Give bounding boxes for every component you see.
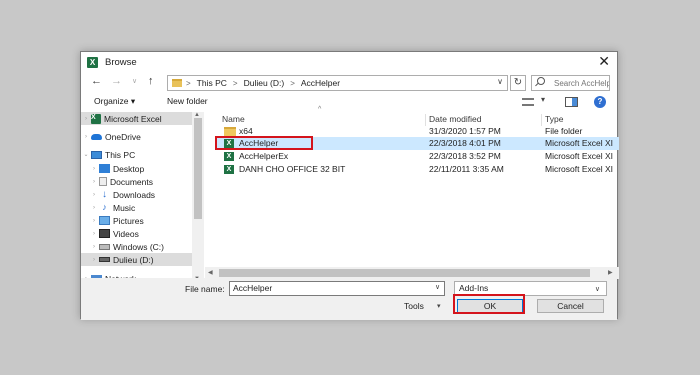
sidebar-item-desktop[interactable]: › Desktop bbox=[81, 162, 193, 175]
close-icon[interactable]: ✕ bbox=[598, 54, 610, 68]
folder-icon bbox=[224, 127, 236, 136]
chevron-right-icon[interactable]: › bbox=[89, 218, 99, 224]
drive-icon bbox=[99, 243, 110, 250]
chevron-down-icon[interactable]: ∨ bbox=[497, 77, 503, 86]
computer-icon bbox=[91, 150, 102, 159]
chevron-down-icon[interactable]: ∨ bbox=[435, 283, 440, 291]
navigation-bar: ← → ∨ ↑ > This PC > Dulieu (D:) > AccHel… bbox=[81, 72, 617, 94]
cancel-button[interactable]: Cancel bbox=[537, 299, 604, 313]
sidebar-item-dulieu-d[interactable]: › Dulieu (D:) bbox=[81, 253, 193, 266]
sidebar-item-onedrive[interactable]: › OneDrive bbox=[81, 130, 193, 143]
refresh-icon[interactable]: ↻ bbox=[510, 75, 526, 91]
navigation-pane: › X Microsoft Excel › OneDrive ⌄ This PC… bbox=[81, 112, 205, 282]
music-icon: ♪ bbox=[102, 202, 107, 212]
sidebar-item-microsoft-excel[interactable]: › X Microsoft Excel bbox=[81, 112, 193, 125]
desktop-icon bbox=[99, 164, 110, 173]
sidebar-item-music[interactable]: › ♪ Music bbox=[81, 201, 193, 214]
pictures-icon bbox=[99, 216, 110, 225]
search-icon bbox=[537, 77, 545, 85]
organize-button[interactable]: Organize ▾ bbox=[94, 96, 135, 107]
recent-dropdown-icon[interactable]: ∨ bbox=[132, 77, 137, 85]
chevron-right-icon[interactable]: › bbox=[89, 244, 99, 250]
highlight-box-ok bbox=[453, 294, 525, 314]
sidebar-item-windows-c[interactable]: › Windows (C:) bbox=[81, 240, 193, 253]
file-name-label: File name: bbox=[185, 284, 225, 294]
sidebar-scrollbar[interactable]: ▲ ▼ bbox=[192, 112, 204, 282]
scrollbar-thumb[interactable] bbox=[219, 269, 590, 277]
toolbar: Organize ▾ New folder ▾ ? bbox=[81, 94, 617, 112]
drive-icon bbox=[99, 257, 110, 262]
title-bar: X Browse ✕ bbox=[81, 52, 617, 72]
preview-pane-icon[interactable] bbox=[565, 97, 578, 107]
sidebar-item-downloads[interactable]: › ↓ Downloads bbox=[81, 188, 193, 201]
file-type-value: Add-Ins bbox=[459, 283, 489, 293]
browse-dialog: X Browse ✕ ← → ∨ ↑ > This PC > Dulieu (D… bbox=[80, 51, 619, 320]
file-row[interactable]: X DANH CHO OFFICE 32 BIT 22/11/2011 3:35… bbox=[215, 163, 619, 176]
sidebar-item-this-pc[interactable]: ⌄ This PC bbox=[81, 148, 193, 161]
highlight-box-file bbox=[215, 136, 313, 150]
breadcrumb-acchelper[interactable]: AccHelper bbox=[301, 78, 340, 88]
back-arrow-icon[interactable]: ← bbox=[91, 75, 102, 87]
cloud-icon bbox=[91, 133, 102, 140]
chevron-right-icon[interactable]: › bbox=[89, 166, 99, 172]
chevron-down-icon: ∨ bbox=[594, 286, 600, 293]
chevron-right-icon[interactable]: › bbox=[89, 179, 99, 185]
sidebar-item-documents[interactable]: › Documents bbox=[81, 175, 193, 188]
scroll-right-icon[interactable]: ▶ bbox=[608, 269, 613, 276]
sidebar-item-videos[interactable]: › Videos bbox=[81, 227, 193, 240]
excel-icon: X bbox=[87, 56, 98, 68]
breadcrumb-dulieu[interactable]: Dulieu (D:) bbox=[244, 78, 285, 88]
excel-icon: X bbox=[91, 113, 101, 124]
downloads-icon: ↓ bbox=[102, 189, 107, 200]
scrollbar-thumb[interactable] bbox=[194, 118, 202, 219]
view-options-icon[interactable] bbox=[522, 98, 534, 106]
chevron-right-icon[interactable]: › bbox=[89, 231, 99, 237]
address-bar[interactable]: > This PC > Dulieu (D:) > AccHelper ∨ bbox=[167, 75, 508, 91]
sidebar-item-pictures[interactable]: › Pictures bbox=[81, 214, 193, 227]
excel-file-icon: X bbox=[224, 152, 234, 161]
chevron-right-icon[interactable]: › bbox=[81, 116, 91, 122]
scroll-left-icon[interactable]: ◀ bbox=[208, 269, 213, 276]
file-row[interactable]: X AccHelperEx 22/3/2018 3:52 PM Microsof… bbox=[215, 150, 619, 163]
sort-ascending-icon: ^ bbox=[318, 106, 322, 113]
chevron-down-icon[interactable]: ⌄ bbox=[81, 151, 91, 158]
tools-button[interactable]: Tools bbox=[404, 301, 424, 311]
chevron-right-icon[interactable]: › bbox=[89, 192, 99, 198]
up-arrow-icon[interactable]: ↑ bbox=[148, 75, 154, 87]
videos-icon bbox=[99, 229, 110, 238]
view-dropdown-icon[interactable]: ▾ bbox=[541, 95, 545, 104]
file-name-input[interactable]: AccHelper bbox=[229, 281, 445, 296]
forward-arrow-icon[interactable]: → bbox=[111, 75, 122, 87]
documents-icon bbox=[99, 177, 107, 186]
new-folder-button[interactable]: New folder bbox=[167, 96, 208, 106]
dialog-footer: File name: AccHelper ∨ Add-Ins ∨ Tools ▾… bbox=[81, 278, 617, 320]
excel-file-icon: X bbox=[224, 165, 234, 174]
chevron-right-icon[interactable]: › bbox=[89, 257, 99, 263]
breadcrumb-this-pc[interactable]: This PC bbox=[197, 78, 227, 88]
chevron-right-icon[interactable]: › bbox=[89, 205, 99, 211]
folder-icon bbox=[172, 79, 182, 87]
help-icon[interactable]: ? bbox=[594, 96, 606, 108]
window-title: Browse bbox=[105, 56, 137, 68]
chevron-right-icon[interactable]: › bbox=[81, 134, 91, 140]
tools-dropdown-icon[interactable]: ▾ bbox=[437, 302, 441, 310]
